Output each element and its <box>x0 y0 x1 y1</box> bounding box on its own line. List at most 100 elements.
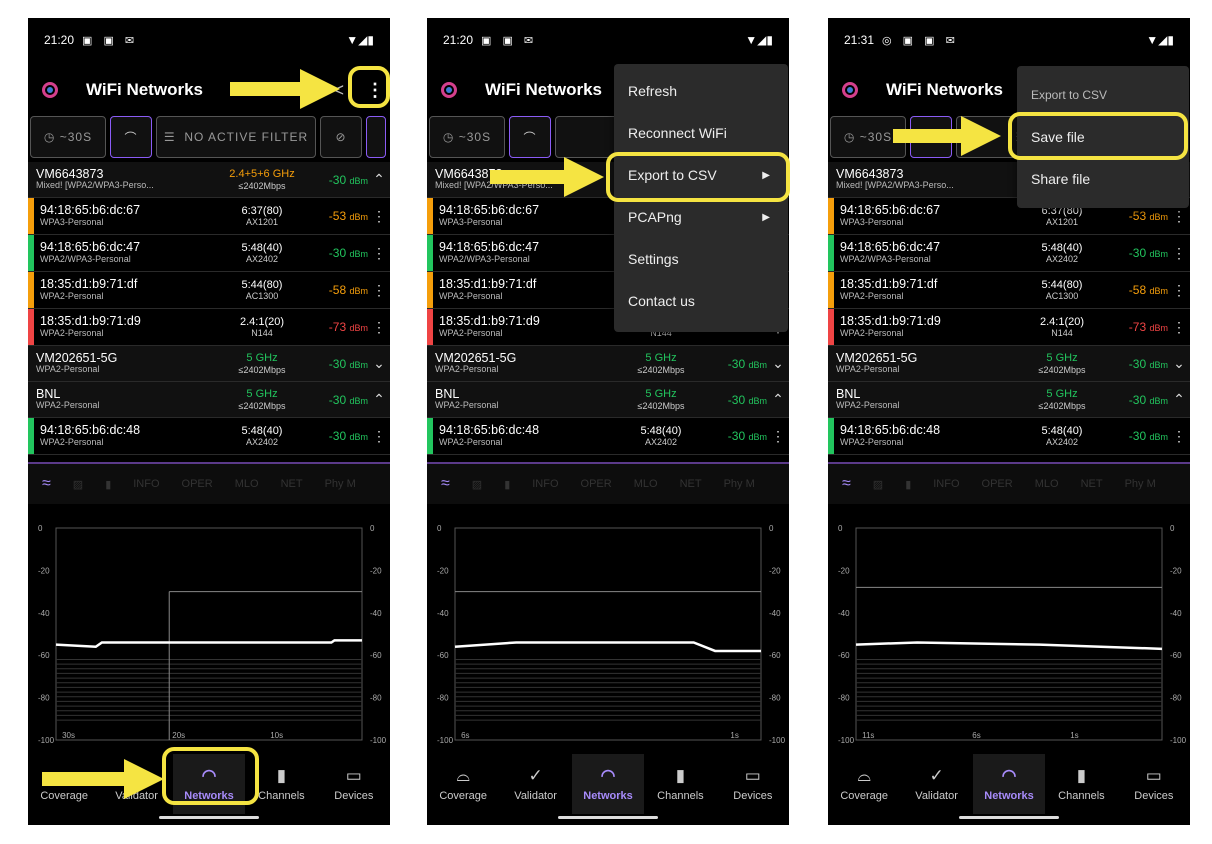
tab-bars-icon[interactable]: ▮ <box>105 478 111 491</box>
tab-info[interactable]: INFO <box>133 478 159 490</box>
row-menu-icon[interactable]: ⋮ <box>368 208 390 225</box>
security-label: WPA2/WPA3-Personal <box>840 253 931 264</box>
tab-graph-icon[interactable]: ≈ <box>842 475 851 493</box>
signal-value: -53 dBm <box>302 209 368 223</box>
network-info: 94:18:65:b6:dc:47 WPA2/WPA3-Personal <box>840 240 1022 265</box>
signal-strength-bar <box>427 198 433 234</box>
row-menu-icon[interactable]: ⋮ <box>368 428 390 445</box>
dbm-value: -73 <box>328 320 347 334</box>
nav-coverage[interactable]: ⌓ Coverage <box>828 754 900 814</box>
network-group-row[interactable]: BNL WPA2-Personal 5 GHz ≤2402Mbps -30 dBm ⌃ <box>28 382 390 418</box>
tab-info[interactable]: INFO <box>933 478 959 490</box>
row-menu-icon[interactable]: ⋮ <box>1168 208 1190 225</box>
tab-chart-icon[interactable]: ▨ <box>73 478 83 491</box>
access-point-row[interactable]: 94:18:65:b6:dc:48 WPA2-Personal 5:48(40) AX… <box>828 418 1190 455</box>
network-group-row[interactable]: VM202651-5G WPA2-Personal 5 GHz ≤2402Mbps -3… <box>828 346 1190 382</box>
graph-type-chip[interactable]: ⌒ <box>509 116 551 158</box>
tab-oper[interactable]: OPER <box>581 478 612 490</box>
network-group-row[interactable]: VM202651-5G WPA2-Personal 5 GHz ≤2402Mbps -3… <box>28 346 390 382</box>
nav-networks[interactable]: ◠ Networks <box>972 754 1046 814</box>
tab-net[interactable]: NET <box>281 478 303 490</box>
expand-toggle-icon[interactable]: ⌃ <box>368 171 390 188</box>
security-label: WPA2-Personal <box>435 364 499 375</box>
time-window-label: ~30S <box>859 130 893 144</box>
menu-item-refresh[interactable]: Refresh <box>614 70 788 112</box>
nav-channels[interactable]: ▮ Channels <box>1045 754 1117 814</box>
tab-oper[interactable]: OPER <box>982 478 1013 490</box>
tab-chart-icon[interactable]: ▨ <box>472 478 482 491</box>
nav-coverage[interactable]: ⌓ Coverage <box>427 754 499 814</box>
access-point-row[interactable]: 18:35:d1:b9:71:dfWPA2-Personal5:44(80)AC… <box>828 272 1190 309</box>
menu-item-pcapng[interactable]: PCAPng ▶ <box>614 196 788 238</box>
time-window-chip[interactable]: ◷ ~30S <box>429 116 505 158</box>
filter-chip[interactable]: ☰ NO ACTIVE FILTER <box>156 116 316 158</box>
time-window-chip[interactable]: ◷ ~30S <box>30 116 106 158</box>
network-group-row[interactable]: VM6643873Mixed! [WPA2/WPA3-Perso...2.4+5… <box>28 162 390 198</box>
expand-toggle-icon[interactable]: ⌄ <box>368 355 390 372</box>
network-info: 18:35:d1:b9:71:df WPA2-Personal <box>40 277 222 302</box>
menu-item-reconnect-wifi[interactable]: Reconnect WiFi <box>614 112 788 154</box>
dbm-value: -30 <box>1128 392 1147 407</box>
row-menu-icon[interactable]: ⋮ <box>368 319 390 336</box>
nav-devices[interactable]: ▭ Devices <box>318 754 390 814</box>
access-point-row[interactable]: 94:18:65:b6:dc:47WPA2/WPA3-Personal5:48(… <box>28 235 390 272</box>
submenu-arrow-icon: ▶ <box>762 211 770 223</box>
tab-phy[interactable]: Phy M <box>325 478 356 490</box>
nav-validator[interactable]: ✓ Validator <box>900 754 972 814</box>
row-menu-icon[interactable]: ⋮ <box>767 428 789 445</box>
access-point-row[interactable]: 18:35:d1:b9:71:d9WPA2-Personal2.4:1(20)N… <box>828 309 1190 346</box>
tab-mlo[interactable]: MLO <box>235 478 259 490</box>
row-menu-icon[interactable]: ⋮ <box>1168 282 1190 299</box>
tab-mlo[interactable]: MLO <box>634 478 658 490</box>
row-menu-icon[interactable]: ⋮ <box>1168 245 1190 262</box>
nav-networks[interactable]: ◠ Networks <box>571 754 645 814</box>
tab-info[interactable]: INFO <box>532 478 558 490</box>
tab-mlo[interactable]: MLO <box>1035 478 1059 490</box>
nav-devices[interactable]: ▭ Devices <box>1118 754 1190 814</box>
expand-toggle-icon[interactable]: ⌄ <box>1168 355 1190 372</box>
channels-icon: ▮ <box>1076 766 1087 785</box>
row-menu-icon[interactable]: ⋮ <box>1168 319 1190 336</box>
access-point-row[interactable]: 18:35:d1:b9:71:dfWPA2-Personal5:44(80)AC… <box>28 272 390 309</box>
access-point-row[interactable]: 94:18:65:b6:dc:67WPA3-Personal6:37(80)AX… <box>28 198 390 235</box>
tab-net[interactable]: NET <box>1081 478 1103 490</box>
row-menu-icon[interactable]: ⋮ <box>1168 428 1190 445</box>
row-menu-icon[interactable]: ⋮ <box>368 282 390 299</box>
nav-channels[interactable]: ▮ Channels <box>644 754 716 814</box>
network-group-row[interactable]: BNL WPA2-Personal 5 GHz ≤2402Mbps -30 dBm ⌃ <box>427 382 789 418</box>
nav-devices[interactable]: ▭ Devices <box>717 754 789 814</box>
more-chip[interactable] <box>366 116 386 158</box>
expand-toggle-icon[interactable]: ⌄ <box>767 355 789 372</box>
access-point-row[interactable]: 94:18:65:b6:dc:47WPA2/WPA3-Personal5:48(… <box>828 235 1190 272</box>
row-menu-icon[interactable]: ⋮ <box>368 245 390 262</box>
menu-item-settings[interactable]: Settings <box>614 238 788 280</box>
tab-graph-icon[interactable]: ≈ <box>42 475 51 493</box>
nav-validator[interactable]: ✓ Validator <box>499 754 571 814</box>
network-group-row[interactable]: BNL WPA2-Personal 5 GHz ≤2402Mbps -30 dBm ⌃ <box>828 382 1190 418</box>
access-point-row[interactable]: 94:18:65:b6:dc:48 WPA2-Personal 5:48(40) AX… <box>28 418 390 455</box>
security-label: Mixed! [WPA2/WPA3-Perso... <box>836 180 954 191</box>
tab-bars-icon[interactable]: ▮ <box>504 478 510 491</box>
network-group-row[interactable]: VM202651-5G WPA2-Personal 5 GHz ≤2402Mbps -3… <box>427 346 789 382</box>
access-point-row[interactable]: 94:18:65:b6:dc:48 WPA2-Personal 5:48(40) AX… <box>427 418 789 455</box>
menu-item-share-file[interactable]: Share file <box>1017 158 1189 200</box>
dbm-unit: dBm <box>1149 212 1168 222</box>
rate-label: N144 <box>1051 328 1073 339</box>
tab-oper[interactable]: OPER <box>182 478 213 490</box>
tab-net[interactable]: NET <box>680 478 702 490</box>
access-point-row[interactable]: 18:35:d1:b9:71:d9WPA2-Personal2.4:1(20)N… <box>28 309 390 346</box>
rate-label: AC1300 <box>245 291 279 302</box>
graph-type-chip[interactable]: ⌒ <box>110 116 152 158</box>
tab-phy[interactable]: Phy M <box>1125 478 1156 490</box>
tab-phy[interactable]: Phy M <box>724 478 755 490</box>
network-name: BNL <box>836 386 861 401</box>
tab-bars-icon[interactable]: ▮ <box>905 478 911 491</box>
menu-item-contact-us[interactable]: Contact us <box>614 280 788 322</box>
tab-graph-icon[interactable]: ≈ <box>441 475 450 493</box>
validator-icon: ✓ <box>528 766 543 785</box>
clear-filter-chip[interactable]: ⊘ <box>320 116 362 158</box>
expand-toggle-icon[interactable]: ⌃ <box>1168 391 1190 408</box>
tab-chart-icon[interactable]: ▨ <box>873 478 883 491</box>
expand-toggle-icon[interactable]: ⌃ <box>767 391 789 408</box>
expand-toggle-icon[interactable]: ⌃ <box>368 391 390 408</box>
